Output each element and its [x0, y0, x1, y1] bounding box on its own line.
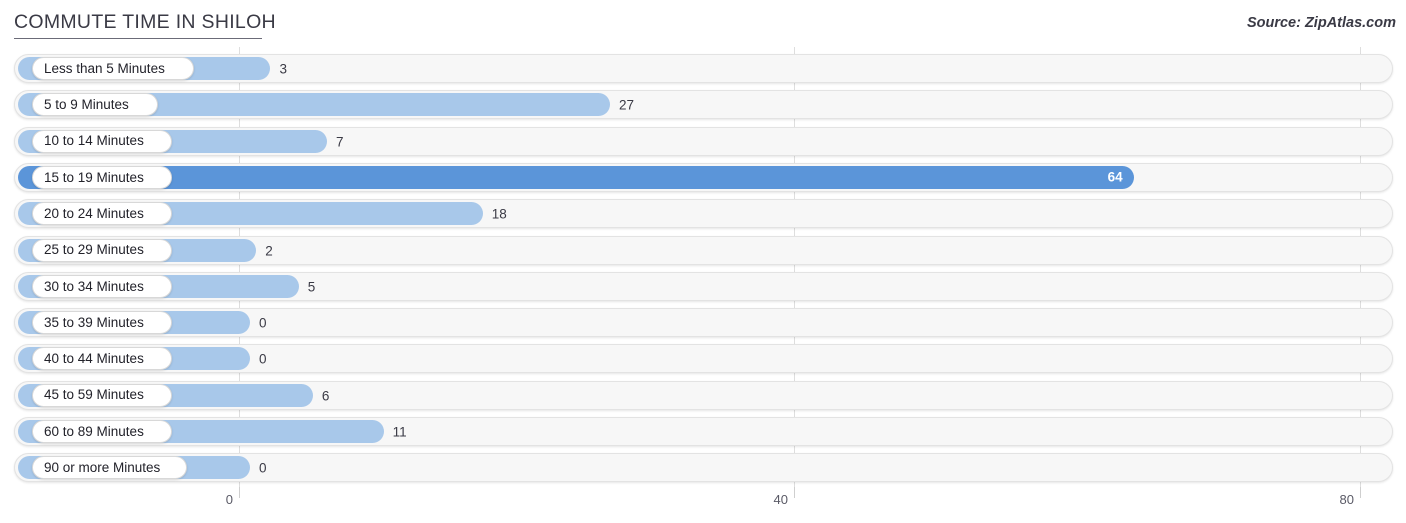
category-label-pill[interactable]: Less than 5 Minutes	[32, 57, 194, 80]
bar-value-label: 2	[265, 243, 273, 258]
bar-value-label: 18	[491, 206, 507, 222]
axis-tick-label: 0	[225, 492, 233, 507]
axis-tick-label: 40	[773, 492, 788, 507]
bar-row[interactable]: 27 5 to 9 Minutes	[0, 90, 1406, 120]
axis-tick-mark	[239, 487, 240, 498]
bar-row[interactable]: 0 90 or more Minutes	[0, 453, 1406, 483]
page-title: COMMUTE TIME IN SHILOH	[14, 11, 276, 33]
category-label: 45 to 59 Minutes	[44, 387, 144, 403]
plot-area: 3 Less than 5 Minutes 27 5 to 9 Minutes 7 10 …	[0, 47, 1406, 487]
bar-value-label: 3	[279, 61, 287, 77]
category-label: Less than 5 Minutes	[44, 60, 165, 76]
bar-value-label: 11	[392, 424, 407, 440]
category-label-pill[interactable]: 10 to 14 Minutes	[32, 129, 172, 153]
bar-value-label: 0	[259, 315, 267, 331]
x-axis: 0 40 80	[0, 487, 1406, 523]
bar-value-label: 64	[1107, 169, 1123, 185]
category-label: 5 to 9 Minutes	[44, 97, 129, 113]
category-label-pill[interactable]: 20 to 24 Minutes	[32, 202, 172, 226]
bar-value-label: 7	[336, 134, 344, 150]
axis-tick-label: 80	[1339, 492, 1354, 507]
category-label: 10 to 14 Minutes	[44, 133, 144, 149]
axis-tick-mark	[1360, 487, 1361, 498]
bar-value-label: 0	[259, 460, 267, 476]
bar-row[interactable]: 7 10 to 14 Minutes	[0, 126, 1406, 157]
bar-row[interactable]: 18 20 to 24 Minutes	[0, 199, 1406, 229]
bar-value-label: 5	[307, 279, 316, 295]
chart-container: COMMUTE TIME IN SHILOH Source: ZipAtlas.…	[0, 0, 1406, 523]
category-label: 35 to 39 Minutes	[44, 314, 144, 330]
bar-row[interactable]: 11 60 to 89 Minutes	[0, 417, 1406, 447]
chart-header: COMMUTE TIME IN SHILOH Source: ZipAtlas.…	[0, 0, 1406, 43]
title-underline	[14, 38, 262, 39]
category-label-pill[interactable]: 90 or more Minutes	[32, 456, 187, 480]
category-label: 15 to 19 Minutes	[44, 169, 144, 185]
bar-row[interactable]: 2 25 to 29 Minutes	[0, 235, 1406, 266]
category-label-pill[interactable]: 5 to 9 Minutes	[32, 93, 158, 117]
bar-row[interactable]: 6 45 to 59 Minutes	[0, 380, 1406, 411]
category-label: 20 to 24 Minutes	[44, 205, 144, 221]
category-label: 30 to 34 Minutes	[44, 278, 144, 294]
bar[interactable]: 64	[18, 165, 1134, 189]
category-label-pill[interactable]: 25 to 29 Minutes	[32, 238, 172, 262]
bar-value-label: 0	[259, 351, 267, 367]
bar-row[interactable]: 0 35 to 39 Minutes	[0, 308, 1406, 338]
category-label: 90 or more Minutes	[44, 460, 161, 476]
bar-value-label: 6	[321, 388, 330, 404]
category-label-pill[interactable]: 35 to 39 Minutes	[32, 311, 172, 335]
category-label-pill[interactable]: 40 to 44 Minutes	[32, 347, 172, 371]
axis-tick-mark	[794, 487, 795, 498]
bar-row[interactable]: 5 30 to 34 Minutes	[0, 271, 1406, 302]
category-label-pill[interactable]: 45 to 59 Minutes	[32, 383, 172, 407]
bar-row[interactable]: 3 Less than 5 Minutes	[0, 54, 1406, 84]
category-label: 40 to 44 Minutes	[44, 351, 144, 367]
bar-row[interactable]: 0 40 to 44 Minutes	[0, 344, 1406, 374]
category-label-pill[interactable]: 15 to 19 Minutes	[32, 165, 172, 189]
category-label-pill[interactable]: 30 to 34 Minutes	[32, 274, 172, 298]
bar-value-label: 27	[619, 97, 635, 113]
bar-row[interactable]: 64 15 to 19 Minutes	[0, 162, 1406, 193]
category-label: 25 to 29 Minutes	[44, 242, 144, 258]
category-label: 60 to 89 Minutes	[44, 423, 144, 439]
category-label-pill[interactable]: 60 to 89 Minutes	[32, 420, 172, 443]
source-attribution: Source: ZipAtlas.com	[1246, 15, 1396, 31]
